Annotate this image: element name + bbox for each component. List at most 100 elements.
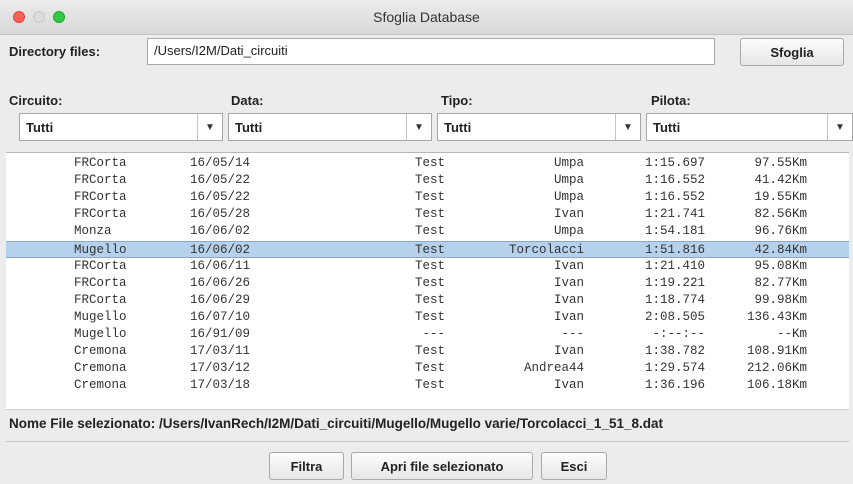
table-cell-data: 16/07/10: [190, 309, 251, 324]
table-cell-tempo: 1:16.552: [644, 190, 705, 205]
table-cell-tempo: 1:15.697: [644, 156, 705, 170]
table-cell-tipo: Test: [414, 156, 445, 170]
table-cell-circuito: Cremona: [74, 361, 127, 376]
table-cell-tempo: 1:19.221: [644, 275, 705, 290]
table-cell-data: 16/05/28: [190, 207, 251, 222]
table-cell-tempo: 1:29.574: [644, 361, 705, 376]
table-cell-tempo: -:--:--: [652, 327, 705, 341]
table-row[interactable]: Cremona 17/03/11 Test Ivan 1:38.782 108.91Km: [6, 343, 849, 360]
table-cell-pilota: Ivan: [553, 309, 584, 324]
table-cell-tempo: 1:36.196: [644, 378, 705, 393]
table-cell-tempo: 1:21.410: [644, 258, 705, 273]
table-cell-circuito: FRCorta: [74, 275, 127, 290]
filter-label-data: Data:: [231, 93, 264, 108]
window-title: Sfoglia Database: [373, 9, 480, 25]
table-cell-data: 16/06/29: [190, 292, 251, 307]
table-cell-tempo: 1:51.816: [644, 242, 705, 257]
table-cell-data: 16/06/02: [190, 242, 251, 257]
table-cell-km: 212.06Km: [746, 361, 807, 376]
table-row[interactable]: FRCorta 16/05/22 Test Umpa 1:16.552 19.55Km: [6, 189, 849, 206]
chevron-down-icon[interactable]: ▼: [406, 114, 431, 140]
table-row[interactable]: Cremona 17/03/18 Test Ivan 1:36.196 106.18Km: [6, 377, 849, 394]
table-cell-km: 108.91Km: [746, 344, 807, 359]
table-cell-km: 99.98Km: [754, 292, 807, 307]
table-cell-data: 16/06/11: [190, 258, 251, 273]
table-cell-tipo: Test: [414, 190, 445, 205]
table-cell-tipo: Test: [414, 173, 445, 188]
chevron-down-icon[interactable]: ▼: [197, 114, 222, 140]
open-selected-file-button[interactable]: Apri file selezionato: [351, 452, 533, 480]
table-row[interactable]: Monza 16/06/02 Test Umpa 1:54.181 96.76Km: [6, 223, 849, 240]
table-cell-circuito: Mugello: [74, 327, 127, 341]
table-cell-km: --Km: [776, 327, 807, 341]
table-cell-tipo: Test: [414, 242, 445, 257]
table-cell-circuito: FRCorta: [74, 292, 127, 307]
table-cell-data: 16/05/14: [190, 156, 251, 170]
table-cell-km: 42.84Km: [754, 242, 807, 257]
table-cell-circuito: FRCorta: [74, 156, 127, 170]
chevron-down-icon[interactable]: ▼: [615, 114, 640, 140]
table-row[interactable]: FRCorta 16/05/14 Test Umpa 1:15.697 97.55Km: [6, 155, 849, 172]
table-row[interactable]: FRCorta 16/06/11 Test Ivan 1:21.410 95.08Km: [6, 258, 849, 275]
table-row[interactable]: FRCorta 16/05/28 Test Ivan 1:21.741 82.56Km: [6, 206, 849, 223]
footer-divider: [6, 441, 849, 442]
browse-button[interactable]: Sfoglia: [740, 38, 844, 66]
table-cell-pilota: Torcolacci: [508, 242, 584, 257]
table-cell-km: 97.55Km: [754, 156, 807, 170]
table-cell-circuito: FRCorta: [74, 190, 127, 205]
table-cell-circuito: Cremona: [74, 378, 127, 393]
table-cell-tipo: Test: [414, 361, 445, 376]
table-cell-km: 82.56Km: [754, 207, 807, 222]
table-cell-tipo: Test: [414, 207, 445, 222]
table-row[interactable]: Cremona 17/03/12 Test Andrea44 1:29.574 212.0…: [6, 360, 849, 377]
table-cell-circuito: FRCorta: [74, 258, 127, 273]
table-cell-tipo: Test: [414, 275, 445, 290]
chevron-down-icon[interactable]: ▼: [827, 114, 852, 140]
table-cell-data: 16/05/22: [190, 173, 251, 188]
data-select[interactable]: Tutti ▼: [228, 113, 432, 141]
table-cell-data: 17/03/18: [190, 378, 251, 393]
selected-file-label: Nome File selezionato:: [9, 416, 156, 431]
table-cell-circuito: Mugello: [74, 242, 127, 257]
table-row[interactable]: Mugello 16/07/10 Test Ivan 2:08.505 136.43Km: [6, 309, 849, 326]
filter-label-tipo: Tipo:: [441, 93, 473, 108]
table-cell-pilota: Ivan: [553, 275, 584, 290]
table-cell-pilota: Andrea44: [523, 361, 584, 376]
table-cell-tempo: 2:08.505: [644, 309, 705, 324]
table-cell-tipo: Test: [414, 344, 445, 359]
table-cell-tipo: Test: [414, 309, 445, 324]
exit-button[interactable]: Esci: [541, 452, 607, 480]
selected-file-info: Nome File selezionato: /Users/IvanRech/I…: [9, 416, 663, 431]
table-cell-tipo: ---: [422, 327, 445, 341]
tipo-select[interactable]: Tutti ▼: [437, 113, 641, 141]
table-row[interactable]: FRCorta 16/06/26 Test Ivan 1:19.221 82.77Km: [6, 275, 849, 292]
filter-label-circuito: Circuito:: [9, 93, 63, 108]
directory-field[interactable]: /Users/I2M/Dati_circuiti: [147, 38, 715, 65]
table-cell-pilota: Umpa: [553, 173, 584, 188]
table-cell-tempo: 1:54.181: [644, 224, 705, 239]
table-row[interactable]: Mugello 16/06/02 Test Torcolacci 1:51.816 42.…: [6, 240, 849, 258]
table-cell-km: 19.55Km: [754, 190, 807, 205]
table-row[interactable]: Mugello 16/91/09 --- --- -:--:-- --Km: [6, 326, 849, 343]
filter-button[interactable]: Filtra: [269, 452, 344, 480]
table-cell-tempo: 1:18.774: [644, 292, 705, 307]
table-row[interactable]: FRCorta 16/06/29 Test Ivan 1:18.774 99.98Km: [6, 292, 849, 309]
table-cell-circuito: FRCorta: [74, 173, 127, 188]
table-cell-data: 17/03/11: [190, 344, 251, 359]
table-cell-data: 16/05/22: [190, 190, 251, 205]
circuito-select-value: Tutti: [26, 120, 54, 135]
table-cell-km: 95.08Km: [754, 258, 807, 273]
pilota-select[interactable]: Tutti ▼: [646, 113, 853, 141]
window-titlebar: Sfoglia Database: [0, 0, 853, 35]
table-cell-data: 16/91/09: [190, 327, 251, 341]
table-cell-km: 106.18Km: [746, 378, 807, 393]
table-cell-data: 16/06/02: [190, 224, 251, 239]
table-cell-data: 17/03/12: [190, 361, 251, 376]
circuito-select[interactable]: Tutti ▼: [19, 113, 223, 141]
table-cell-circuito: Mugello: [74, 309, 127, 324]
table-row[interactable]: FRCorta 16/05/22 Test Umpa 1:16.552 41.42Km: [6, 172, 849, 189]
filter-label-pilota: Pilota:: [651, 93, 691, 108]
table-cell-pilota: Ivan: [553, 292, 584, 307]
sessions-table[interactable]: FRCorta 16/05/14 Test Umpa 1:15.697 97.55Km FR…: [6, 152, 849, 410]
table-cell-pilota: Ivan: [553, 207, 584, 222]
